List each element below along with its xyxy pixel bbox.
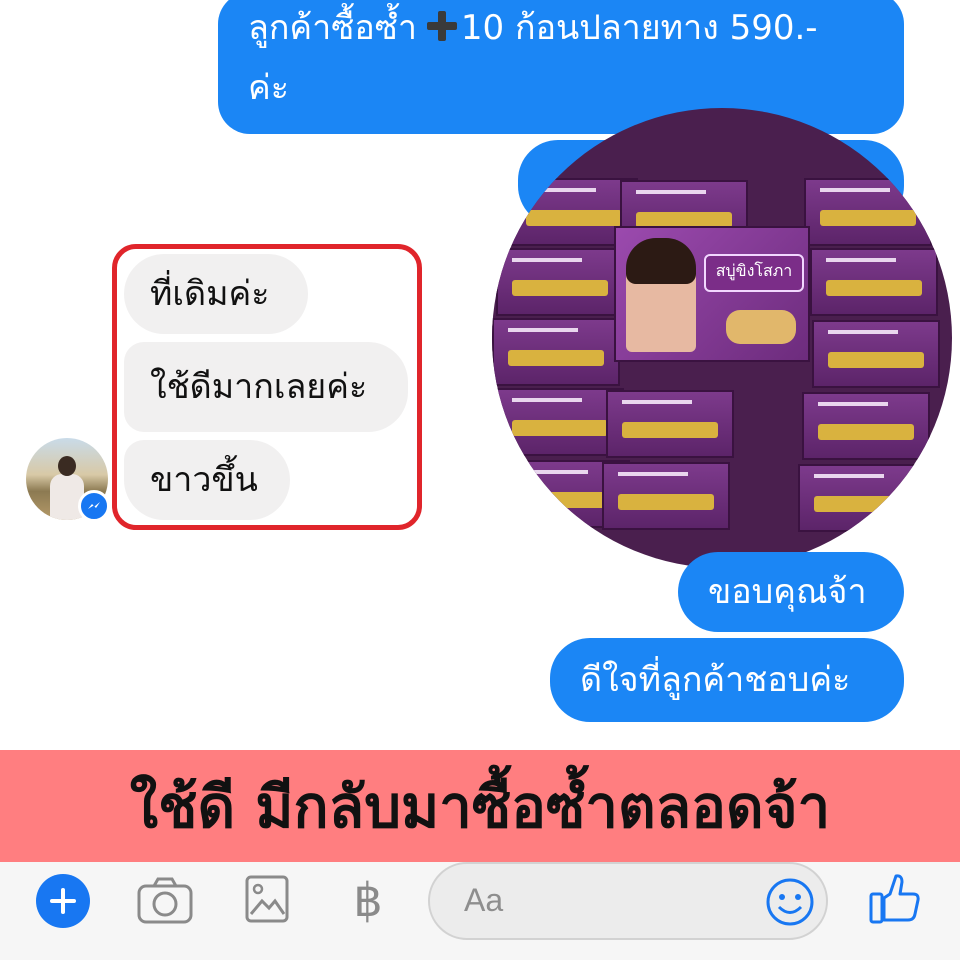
soap-box <box>812 320 940 388</box>
promo-banner: ใช้ดี มีกลับมาซื้อซ้ำตลอดจ้า <box>0 750 960 862</box>
product-photo[interactable]: สบู่ขิงโสภา <box>492 108 952 568</box>
baht-icon[interactable]: ฿ <box>348 870 388 930</box>
banner-text: ใช้ดี มีกลับมาซื้อซ้ำตลอดจ้า <box>129 773 831 841</box>
ginger-picture <box>726 310 796 344</box>
messenger-icon <box>78 490 110 522</box>
soap-box <box>798 464 926 532</box>
thumbs-up-icon[interactable] <box>868 872 922 930</box>
outgoing-message-reorder[interactable]: ลูกค้าซื้อซ้ำ 10 ก้อนปลายทาง 590.- ค่ะ <box>218 0 904 134</box>
soap-box <box>496 388 624 456</box>
soap-box <box>602 462 730 530</box>
featured-soap-box: สบู่ขิงโสภา <box>614 226 810 362</box>
message-line-2: ค่ะ <box>248 68 290 108</box>
camera-icon[interactable] <box>136 876 194 930</box>
soap-box <box>810 248 938 316</box>
highlight-frame <box>112 244 422 530</box>
outgoing-message[interactable]: ขอบคุณจ้า <box>678 552 904 632</box>
soap-box <box>804 178 932 246</box>
model-hair <box>626 238 696 284</box>
soap-box <box>496 248 624 316</box>
message-placeholder: Aa <box>464 882 504 918</box>
soap-box <box>606 390 734 458</box>
image-icon[interactable] <box>244 874 290 928</box>
message-line-1: ลูกค้าซื้อซ้ำ 10 ก้อนปลายทาง 590.- <box>248 0 874 58</box>
outgoing-message[interactable]: ดีใจที่ลูกค้าชอบค่ะ <box>550 638 904 722</box>
message-text-part: ลูกค้าซื้อซ้ำ <box>248 8 417 48</box>
emoji-icon[interactable] <box>764 876 816 932</box>
soap-box <box>492 318 620 386</box>
soap-box <box>802 392 930 460</box>
soap-brand-label: สบู่ขิงโสภา <box>704 254 804 292</box>
plus-icon[interactable] <box>36 874 90 928</box>
heavy-plus-icon <box>426 11 457 41</box>
message-text-part: 10 ก้อนปลายทาง 590.- <box>460 8 818 48</box>
